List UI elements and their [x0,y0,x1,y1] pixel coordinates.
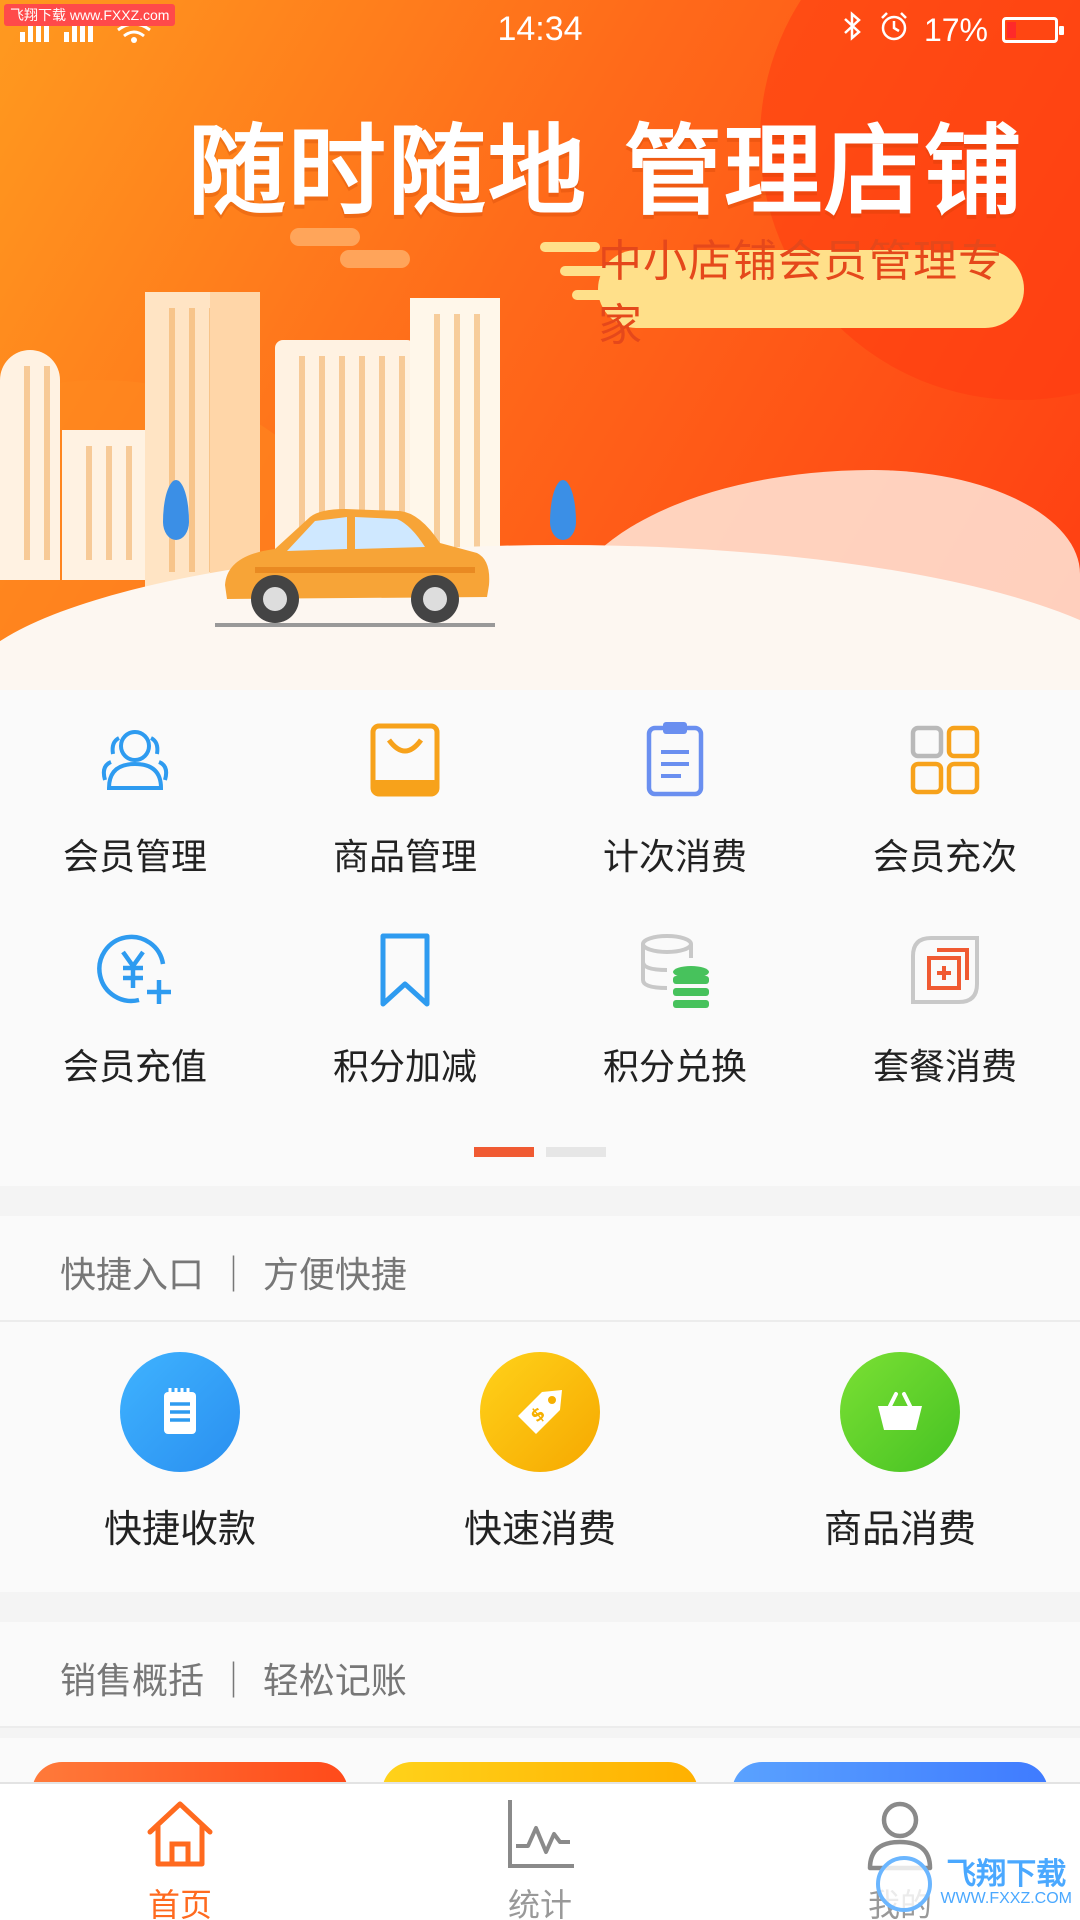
feature-menu: 会员管理 商品管理 计次消费 会员充次 会员充值 积分加减 积分兑换 套餐消费 [0,690,1080,1186]
quick-entry-panel: 快捷收款 $ 快速消费 商品消费 [0,1322,1080,1592]
banner-tagline: 中小店铺会员管理专家 [598,236,1024,351]
watermark-title: 飞翔下载 [946,1857,1067,1892]
menu-item-points-adjust[interactable]: 积分加减 [270,928,540,1090]
package-add-icon [911,936,979,1004]
receipt-icon [120,1352,240,1472]
quick-item-fast-consume[interactable]: $ 快速消费 [390,1352,690,1553]
cloud-decoration [340,250,410,268]
status-right: 17% [842,10,1064,50]
chart-icon [508,1800,574,1868]
menu-item-member-topup[interactable]: 会员充值 [0,928,270,1090]
menu-item-label: 会员管理 [62,837,207,878]
alarm-icon [878,10,910,50]
price-tag-icon: $ [480,1352,600,1472]
tab-label: 统计 [507,1886,572,1920]
tab-label: 首页 [147,1886,212,1920]
watermark-icon [876,1856,933,1912]
menu-item-label: 会员充次 [872,837,1017,878]
building-decoration [62,430,152,580]
speed-line-decoration [540,242,600,252]
promo-banner[interactable]: 随时随地 管理店铺 中小店铺会员管理专家 飞翔下载 www.FXXZ.com 1… [0,0,1080,690]
menu-item-label: 积分加减 [332,1047,477,1088]
members-icon [101,730,169,790]
menu-item-member-management[interactable]: 会员管理 [0,718,270,880]
page-dot-active[interactable] [474,1147,534,1157]
menu-item-label: 商品管理 [332,837,477,878]
tab-home[interactable]: 首页 [80,1794,280,1920]
menu-item-label: 会员充值 [62,1047,207,1088]
basket-icon [840,1352,960,1472]
sales-section-header: 销售概括 ｜ 轻松记账 [0,1622,1080,1728]
menu-item-label: 积分兑换 [602,1047,747,1088]
watermark-logo: 飞翔下载 WWW.FXXZ.COM [876,1856,1072,1912]
tab-statistics[interactable]: 统计 [440,1794,640,1920]
car-illustration [215,509,495,627]
status-bar: 飞翔下载 www.FXXZ.com 14:34 17% [0,0,1080,60]
quick-item-label: 快捷收款 [103,1507,256,1551]
quick-section-header: 快捷入口 ｜ 方便快捷 [0,1216,1080,1322]
menu-item-package-consumption[interactable]: 套餐消费 [810,928,1080,1090]
shopping-bag-icon [370,723,440,797]
grid-icon [910,725,980,795]
building-decoration [0,350,60,580]
tree-decoration [550,480,576,540]
quick-item-label: 快速消费 [463,1507,616,1551]
bluetooth-icon [842,10,864,50]
menu-item-member-recharge-count[interactable]: 会员充次 [810,718,1080,880]
page-dot[interactable] [546,1147,606,1157]
menu-item-points-exchange[interactable]: 积分兑换 [540,928,810,1090]
section-title: 销售概括 ｜ 轻松记账 [60,1661,407,1702]
menu-item-product-management[interactable]: 商品管理 [270,718,540,880]
quick-item-label: 商品消费 [823,1507,976,1551]
page-indicator[interactable] [0,1147,1080,1157]
bookmark-icon [380,933,430,1007]
battery-level [1007,22,1016,38]
database-icon [641,934,709,1008]
battery-percent: 17% [923,11,988,48]
app-screen: 随时随地 管理店铺 中小店铺会员管理专家 飞翔下载 www.FXXZ.com 1… [0,0,1080,1920]
watermark-sub: WWW.FXXZ.COM [940,1890,1072,1907]
banner-headline: 随时随地 管理店铺 [187,115,1024,229]
yen-add-icon [97,934,171,1004]
battery-icon [1002,17,1064,43]
bottom-tab-bar: 首页 统计 我的 飞翔下载 WWW.FXXZ.COM [0,1782,1080,1920]
menu-item-count-consumption[interactable]: 计次消费 [540,718,810,880]
menu-item-label: 计次消费 [602,837,747,878]
menu-item-label: 套餐消费 [872,1047,1017,1088]
quick-item-product-consume[interactable]: 商品消费 [750,1352,1050,1553]
clipboard-icon [646,722,704,797]
home-icon [147,1801,213,1867]
quick-item-checkout[interactable]: 快捷收款 [30,1352,330,1553]
section-title: 快捷入口 ｜ 方便快捷 [60,1255,407,1296]
